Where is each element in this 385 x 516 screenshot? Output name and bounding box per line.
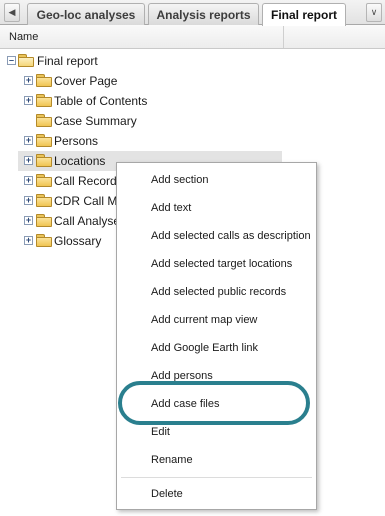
folder-icon	[36, 234, 52, 247]
tab-list-dropdown-button[interactable]: ∨	[366, 3, 382, 22]
collapse-icon[interactable]: –	[7, 56, 16, 65]
menu-item-label: Add selected calls as description	[151, 230, 311, 242]
menu-item-label: Edit	[151, 426, 170, 438]
tree-node-cdr-call-map[interactable]: + CDR Call Map	[0, 191, 116, 211]
tree-node-label: Final report	[37, 54, 98, 68]
tab-scroll-left-button[interactable]: ◀	[4, 3, 20, 22]
tree-node-label: Table of Contents	[54, 94, 148, 108]
folder-icon	[36, 134, 52, 147]
folder-icon	[36, 174, 52, 187]
expand-icon[interactable]: +	[24, 96, 33, 105]
chevron-down-icon: ∨	[370, 7, 378, 17]
folder-icon	[36, 154, 52, 167]
tree-node-persons[interactable]: + Persons	[0, 131, 280, 151]
tab-final-report[interactable]: Final report	[262, 3, 346, 26]
tree-node-label: Glossary	[54, 234, 102, 248]
tree-node-table-of-contents[interactable]: + Table of Contents	[0, 91, 280, 111]
folder-icon	[36, 74, 52, 87]
open-folder-icon	[18, 54, 34, 67]
tab-geo-loc-analyses[interactable]: Geo-loc analyses	[27, 3, 145, 25]
tree-node-case-summary[interactable]: Case Summary	[0, 111, 280, 131]
column-separator[interactable]	[283, 25, 284, 48]
highlight-ring-annotation	[118, 381, 310, 425]
menu-item-rename[interactable]: Rename	[117, 447, 316, 473]
menu-item-add-selected-target-locations[interactable]: Add selected target locations	[117, 251, 316, 277]
tree-node-call-analyses[interactable]: + Call Analyses	[0, 211, 116, 231]
folder-icon	[36, 214, 52, 227]
menu-item-add-current-map-view[interactable]: Add current map view	[117, 307, 316, 333]
folder-icon	[36, 114, 52, 127]
menu-item-label: Add current map view	[151, 314, 258, 326]
menu-item-label: Add section	[151, 174, 209, 186]
tree-node-call-records[interactable]: + Call Records	[0, 171, 123, 191]
arrow-left-icon: ◀	[8, 7, 16, 17]
menu-item-label: Rename	[151, 454, 193, 466]
menu-item-label: Add selected target locations	[151, 258, 293, 270]
menu-item-add-selected-calls[interactable]: Add selected calls as description	[117, 223, 316, 249]
tree-node-final-report[interactable]: – Final report	[0, 51, 300, 71]
menu-item-label: Add selected public records	[151, 286, 287, 298]
expand-icon[interactable]: +	[24, 136, 33, 145]
menu-item-delete[interactable]: Delete	[117, 481, 316, 507]
expand-icon[interactable]: +	[24, 196, 33, 205]
tree-node-label: Call Analyses	[54, 214, 116, 228]
tree-node-glossary[interactable]: + Glossary	[0, 231, 116, 251]
tab-analysis-reports[interactable]: Analysis reports	[148, 3, 259, 25]
name-column-header[interactable]: Name	[9, 31, 38, 43]
menu-item-add-section[interactable]: Add section	[117, 167, 316, 193]
context-menu: Add section Add text Add selected calls …	[116, 162, 317, 510]
folder-icon	[36, 94, 52, 107]
tree-node-label: Call Records	[54, 174, 123, 188]
tree-node-label: Locations	[54, 154, 106, 168]
expand-icon[interactable]: +	[24, 176, 33, 185]
expand-icon[interactable]: +	[24, 156, 33, 165]
expand-icon[interactable]: +	[24, 236, 33, 245]
expand-icon[interactable]: +	[24, 76, 33, 85]
menu-item-add-selected-public-records[interactable]: Add selected public records	[117, 279, 316, 305]
tree-column-header: Name	[0, 25, 385, 49]
menu-item-label: Delete	[151, 488, 183, 500]
tree-node-label: CDR Call Map	[54, 194, 116, 208]
tree-node-cover-page[interactable]: + Cover Page	[0, 71, 280, 91]
tree-node-label: Cover Page	[54, 74, 118, 88]
menu-item-add-google-earth-link[interactable]: Add Google Earth link	[117, 335, 316, 361]
menu-item-label: Add Google Earth link	[151, 342, 259, 354]
menu-item-label: Add text	[151, 202, 192, 214]
tree-node-label: Persons	[54, 134, 99, 148]
menu-item-add-text[interactable]: Add text	[117, 195, 316, 221]
folder-icon	[36, 194, 52, 207]
tab-strip: ◀ Geo-loc analyses Analysis reports Fina…	[0, 0, 385, 26]
tree-node-label: Case Summary	[54, 114, 137, 128]
expand-icon[interactable]: +	[24, 216, 33, 225]
menu-separator	[121, 477, 312, 478]
